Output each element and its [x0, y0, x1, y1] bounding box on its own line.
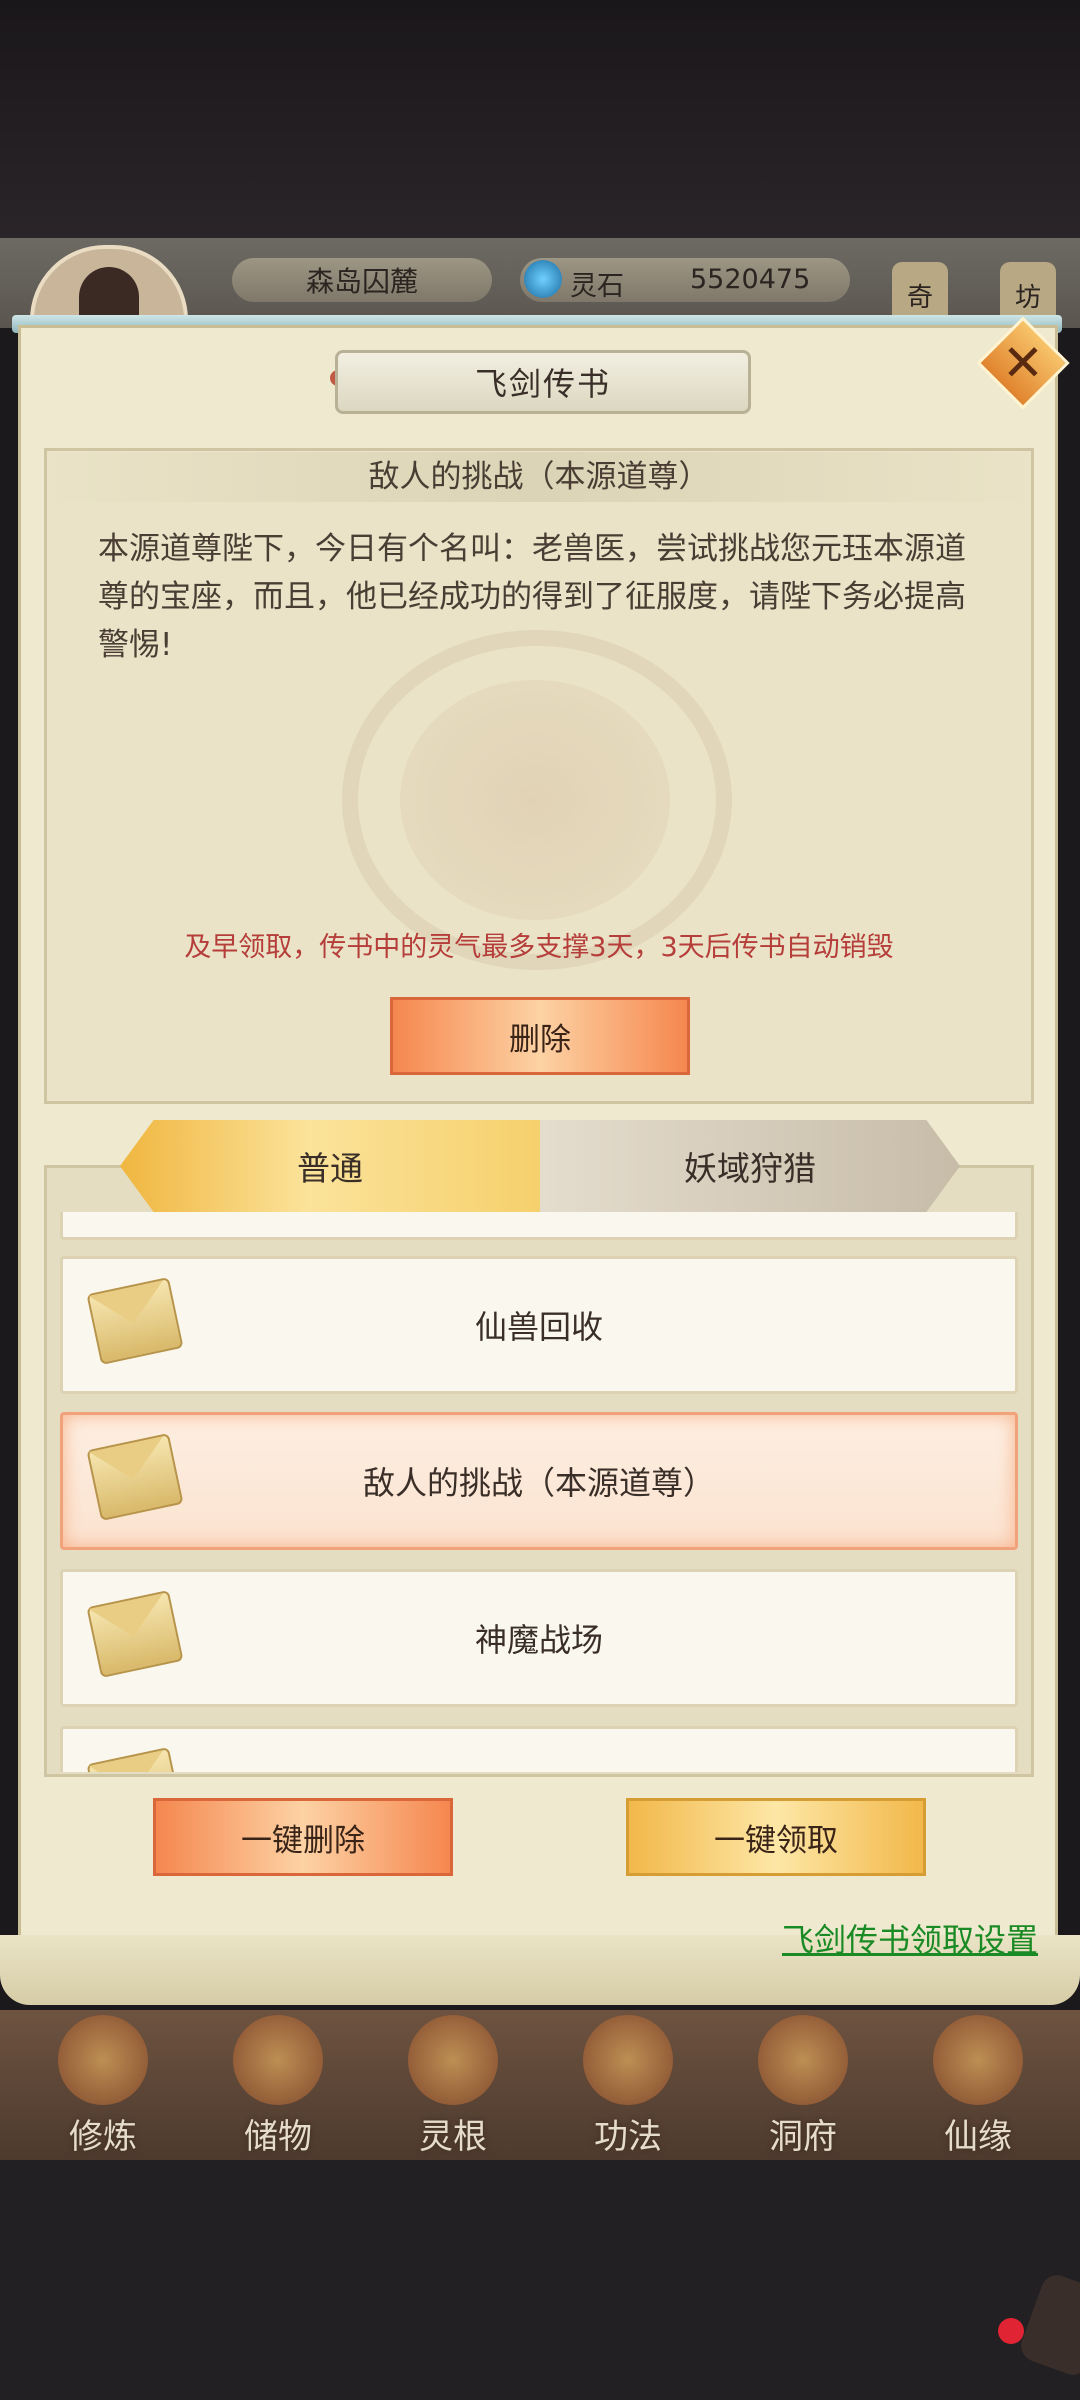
- list-item-label: 仙兽回收: [474, 1308, 603, 1346]
- currency-label: 灵石: [570, 271, 624, 302]
- message-title: 敌人的挑战（本源道尊）: [44, 452, 1034, 502]
- list-item-label: 敌人的挑战（本源道尊）: [362, 1464, 715, 1502]
- message-body: 本源道尊陛下，今日有个名叫：老兽医，尝试挑战您元珏本源道尊的宝座，而且，他已经成…: [98, 531, 966, 663]
- storage-bag-icon: [233, 2015, 323, 2105]
- list-item-partial-top[interactable]: [60, 1212, 1018, 1240]
- nav-label: 功法: [594, 2117, 662, 2157]
- claim-settings-link[interactable]: 飞剑传书领取设置: [782, 1915, 1038, 1961]
- nav-label: 灵根: [419, 2117, 487, 2157]
- top-backdrop: [0, 0, 1080, 240]
- list-item-label: 神魔战场: [474, 1621, 603, 1659]
- nav-label: 修炼: [69, 2117, 137, 2157]
- cloud-emblem-inner: [400, 680, 670, 920]
- list-item[interactable]: 神魔战场: [60, 1569, 1018, 1707]
- bottom-backdrop: [0, 2160, 1080, 2400]
- nav-label: 洞府: [769, 2117, 837, 2157]
- nav-label: 仙缘: [944, 2117, 1012, 2157]
- skill-book-icon: [583, 2015, 673, 2105]
- nav-label: 储物: [244, 2117, 312, 2157]
- cave-mansion-icon: [758, 2015, 848, 2105]
- close-icon[interactable]: ✕: [990, 330, 1056, 396]
- nav-item-fate[interactable]: 仙缘: [903, 2015, 1053, 2157]
- message-expiry-warning: 及早领取，传书中的灵气最多支撑3天，3天后传书自动销毁: [184, 932, 894, 963]
- delete-all-button[interactable]: 一键删除: [153, 1798, 453, 1876]
- list-item[interactable]: 仙兽回收: [60, 1256, 1018, 1394]
- spirit-stone-counter: 灵石 5520475: [520, 258, 850, 302]
- notification-dot: [998, 2318, 1024, 2344]
- spirit-root-icon: [408, 2015, 498, 2105]
- popup-title: 飞剑传书: [335, 350, 751, 414]
- currency-value: 5520475: [690, 264, 811, 295]
- delete-button[interactable]: 删除: [390, 997, 690, 1075]
- tab-normal[interactable]: 普通: [120, 1120, 540, 1212]
- spirit-stone-icon: [524, 260, 562, 298]
- nav-item-spirit-root[interactable]: 灵根: [378, 2015, 528, 2157]
- envelope-icon: [86, 1747, 184, 1772]
- nav-item-cultivate[interactable]: 修炼: [28, 2015, 178, 2157]
- cultivate-icon: [58, 2015, 148, 2105]
- list-item-partial-bottom[interactable]: [60, 1726, 1018, 1772]
- nav-item-cave[interactable]: 洞府: [728, 2015, 878, 2157]
- mail-list[interactable]: 仙兽回收 敌人的挑战（本源道尊） 神魔战场: [56, 1212, 1022, 1772]
- claim-all-button[interactable]: 一键领取: [626, 1798, 926, 1876]
- list-item-selected[interactable]: 敌人的挑战（本源道尊）: [60, 1412, 1018, 1550]
- tab-demon-hunt[interactable]: 妖域狩猎: [540, 1120, 960, 1212]
- nav-item-storage[interactable]: 储物: [203, 2015, 353, 2157]
- location-label: 森岛囚麓: [232, 258, 492, 302]
- gourd-icon: [933, 2015, 1023, 2105]
- nav-item-skills[interactable]: 功法: [553, 2015, 703, 2157]
